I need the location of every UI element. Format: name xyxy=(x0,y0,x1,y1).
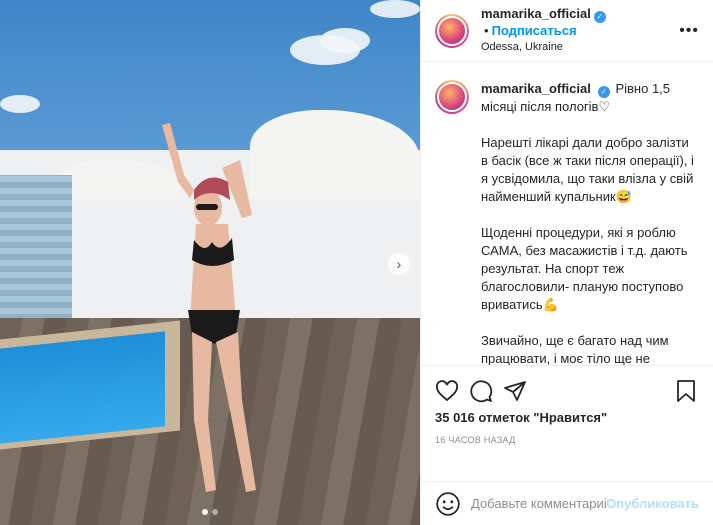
pool-water xyxy=(0,331,165,444)
bookmark-icon[interactable] xyxy=(675,374,699,408)
heart-icon[interactable] xyxy=(435,374,469,408)
caption-text: mamarika_official ✓ Рівно 1,5 місяці післ… xyxy=(481,80,699,365)
header-username[interactable]: mamarika_official xyxy=(481,6,591,21)
post-comment-button[interactable]: Опубликовать xyxy=(606,496,699,511)
follow-button[interactable]: Подписаться xyxy=(492,23,577,38)
cloud xyxy=(320,28,370,53)
instagram-post: › mamarika_official ✓• Подписаться Odessa,… xyxy=(0,0,713,525)
caption-avatar[interactable] xyxy=(435,80,469,114)
cloud xyxy=(0,95,40,113)
caption-username[interactable]: mamarika_official xyxy=(481,81,591,96)
post-header: mamarika_official ✓ • Подписаться Odessa, U… xyxy=(421,0,713,62)
post-sidebar: mamarika_official ✓• Подписаться Odessa, U… xyxy=(420,0,713,525)
tiled-wall xyxy=(0,175,72,320)
slide-dot-active xyxy=(202,509,208,515)
verified-badge-icon: ✓ xyxy=(593,11,606,23)
post-photo[interactable]: › xyxy=(0,0,420,525)
comment-icon[interactable] xyxy=(469,374,503,408)
emoji-icon[interactable] xyxy=(435,491,461,517)
slide-dot xyxy=(212,509,218,515)
location-link[interactable]: Odessa, Ukraine xyxy=(481,39,699,55)
person-figure xyxy=(162,123,256,492)
caption-paragraph: Щоденні процедури, які я роблю САМА, без… xyxy=(481,225,688,312)
action-bar: 35 016 отметок "Нравится" 16 часов назад xyxy=(421,365,713,481)
share-icon[interactable] xyxy=(503,374,537,408)
caption-paragraph: Звичайно, ще є багато над чим працювати,… xyxy=(481,333,669,365)
avatar[interactable] xyxy=(435,13,469,48)
comment-bar: Опубликовать xyxy=(421,481,713,525)
next-slide-button[interactable]: › xyxy=(388,253,410,275)
verified-badge-icon: ✓ xyxy=(597,86,610,98)
comment-input[interactable] xyxy=(471,496,607,511)
caption-area: mamarika_official ✓ Рівно 1,5 місяці післ… xyxy=(421,62,713,365)
more-options-icon[interactable]: ••• xyxy=(679,22,699,40)
likes-count[interactable]: 35 016 отметок "Нравится" xyxy=(435,410,699,425)
caption-paragraph: Нарешті лікарі дали добро залізти в басі… xyxy=(481,135,694,204)
separator-dot: • xyxy=(484,23,489,38)
slide-indicator xyxy=(0,509,420,515)
post-timestamp[interactable]: 16 часов назад xyxy=(435,435,699,445)
cloud xyxy=(370,0,420,18)
